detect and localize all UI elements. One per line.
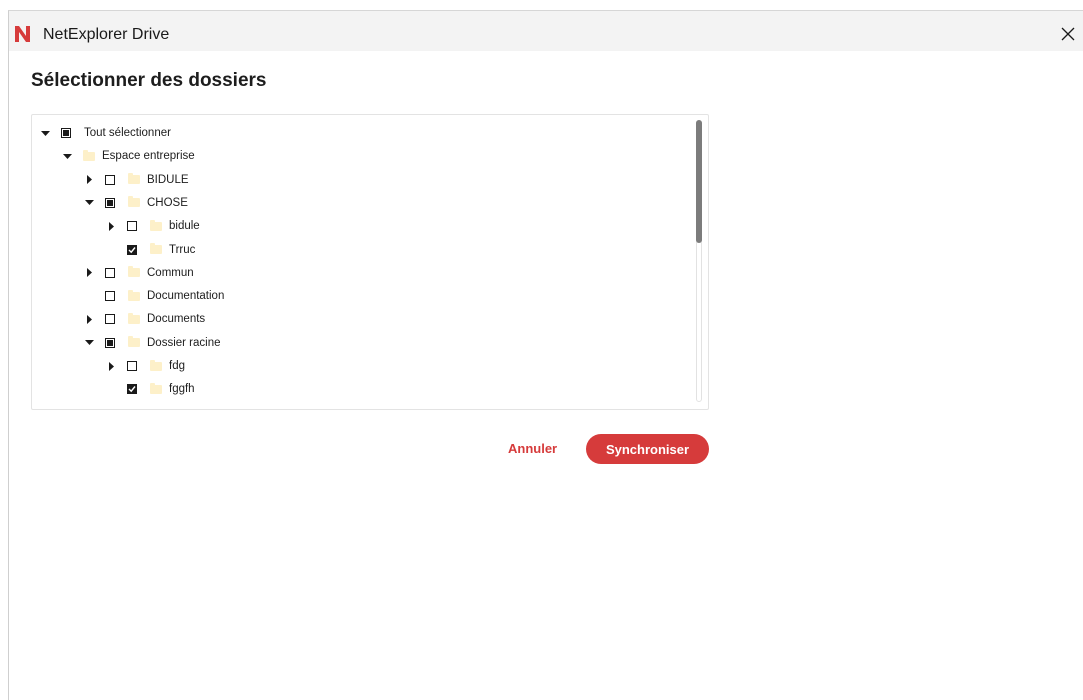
- tree-row[interactable]: fdg: [106, 356, 185, 376]
- tree-row[interactable]: Dossier racine: [84, 333, 221, 353]
- tree-row[interactable]: Commun: [84, 263, 194, 283]
- tree-checkbox-unchecked[interactable]: [105, 267, 115, 278]
- tree-row-label: Trruc: [169, 243, 196, 256]
- caret-down-icon[interactable]: [40, 128, 50, 138]
- tree-row[interactable]: bidule: [106, 216, 200, 236]
- caret-right-icon[interactable]: [84, 314, 94, 324]
- folder-icon: [150, 382, 162, 394]
- tree-row[interactable]: Trruc: [106, 240, 195, 260]
- tree-row[interactable]: Espace entreprise: [62, 146, 195, 166]
- folder-icon: [128, 336, 140, 348]
- folder-icon: [128, 266, 140, 278]
- caret-right-icon[interactable]: [106, 361, 116, 371]
- folder-icon: [150, 243, 162, 254]
- caret-down-icon[interactable]: [84, 198, 94, 208]
- dialog-title: Sélectionner des dossiers: [31, 70, 267, 91]
- tree-checkbox-partial[interactable]: [105, 337, 115, 348]
- tree-row-label: Documentation: [147, 290, 225, 303]
- tree-row[interactable]: Documents: [84, 309, 205, 329]
- folder-icon: [128, 173, 140, 185]
- tree-row-label: fggfh: [169, 383, 195, 396]
- cancel-button[interactable]: Annuler: [508, 441, 557, 456]
- tree-row[interactable]: CHOSE: [84, 193, 188, 213]
- tree-row[interactable]: fggfh: [106, 379, 195, 399]
- tree-row[interactable]: Tout sélectionner: [40, 123, 171, 143]
- caret-right-icon[interactable]: [106, 221, 116, 231]
- tree-checkbox-unchecked[interactable]: [127, 361, 137, 371]
- tree-checkbox-unchecked[interactable]: [105, 174, 115, 185]
- tree-row-label: bidule: [169, 220, 200, 233]
- tree-row-label: Documents: [147, 313, 206, 326]
- synchronize-button[interactable]: Synchroniser: [586, 434, 709, 464]
- tree-checkbox-partial[interactable]: [105, 197, 115, 208]
- arrow-spacer: [84, 291, 94, 301]
- tree-checkbox-unchecked[interactable]: [105, 291, 115, 302]
- folder-icon: [128, 196, 140, 208]
- tree-row-label: CHOSE: [147, 196, 188, 209]
- tree-checkbox-checked[interactable]: [127, 244, 137, 255]
- close-button[interactable]: [1053, 19, 1083, 49]
- netexplorer-logo-icon: [15, 26, 30, 42]
- caret-down-icon[interactable]: [62, 151, 72, 161]
- caret-down-icon[interactable]: [84, 338, 94, 348]
- scrollbar-thumb[interactable]: [696, 120, 702, 243]
- arrow-spacer: [106, 384, 116, 394]
- tree-row-label: Tout sélectionner: [84, 127, 171, 139]
- screen: NetExplorer Drive Sélectionner des dossi…: [0, 0, 1083, 700]
- tree-checkbox-checked[interactable]: [127, 384, 137, 395]
- check-icon: [128, 246, 136, 253]
- desktop-strip: [0, 0, 1083, 10]
- tree-row[interactable]: Documentation: [84, 286, 224, 306]
- tree-row-label: fdg: [169, 360, 185, 372]
- app-window: NetExplorer Drive Sélectionner des dossi…: [8, 10, 1083, 700]
- caret-right-icon[interactable]: [84, 175, 94, 185]
- tree-row-label: BIDULE: [147, 173, 189, 186]
- arrow-spacer: [106, 245, 116, 255]
- tree-row[interactable]: BIDULE: [84, 170, 189, 190]
- title-bar: NetExplorer Drive: [9, 11, 1083, 51]
- folder-icon: [83, 149, 95, 161]
- tree-checkbox-partial[interactable]: [61, 128, 71, 138]
- folder-icon: [128, 312, 140, 324]
- caret-right-icon[interactable]: [84, 268, 94, 278]
- app-title: NetExplorer Drive: [43, 26, 170, 43]
- tree-row-label: Commun: [147, 266, 194, 279]
- folder-icon: [150, 219, 162, 231]
- folder-tree-panel: Tout sélectionner Espace entreprise BIDULE…: [31, 114, 709, 410]
- folder-icon: [150, 359, 162, 371]
- tree-checkbox-unchecked[interactable]: [127, 221, 137, 232]
- tree-row-label: Espace entreprise: [102, 150, 195, 163]
- tree-row-label: Dossier racine: [147, 336, 221, 349]
- tree-checkbox-unchecked[interactable]: [105, 314, 115, 325]
- folder-icon: [128, 289, 140, 301]
- check-icon: [128, 386, 136, 393]
- close-icon: [1061, 27, 1075, 41]
